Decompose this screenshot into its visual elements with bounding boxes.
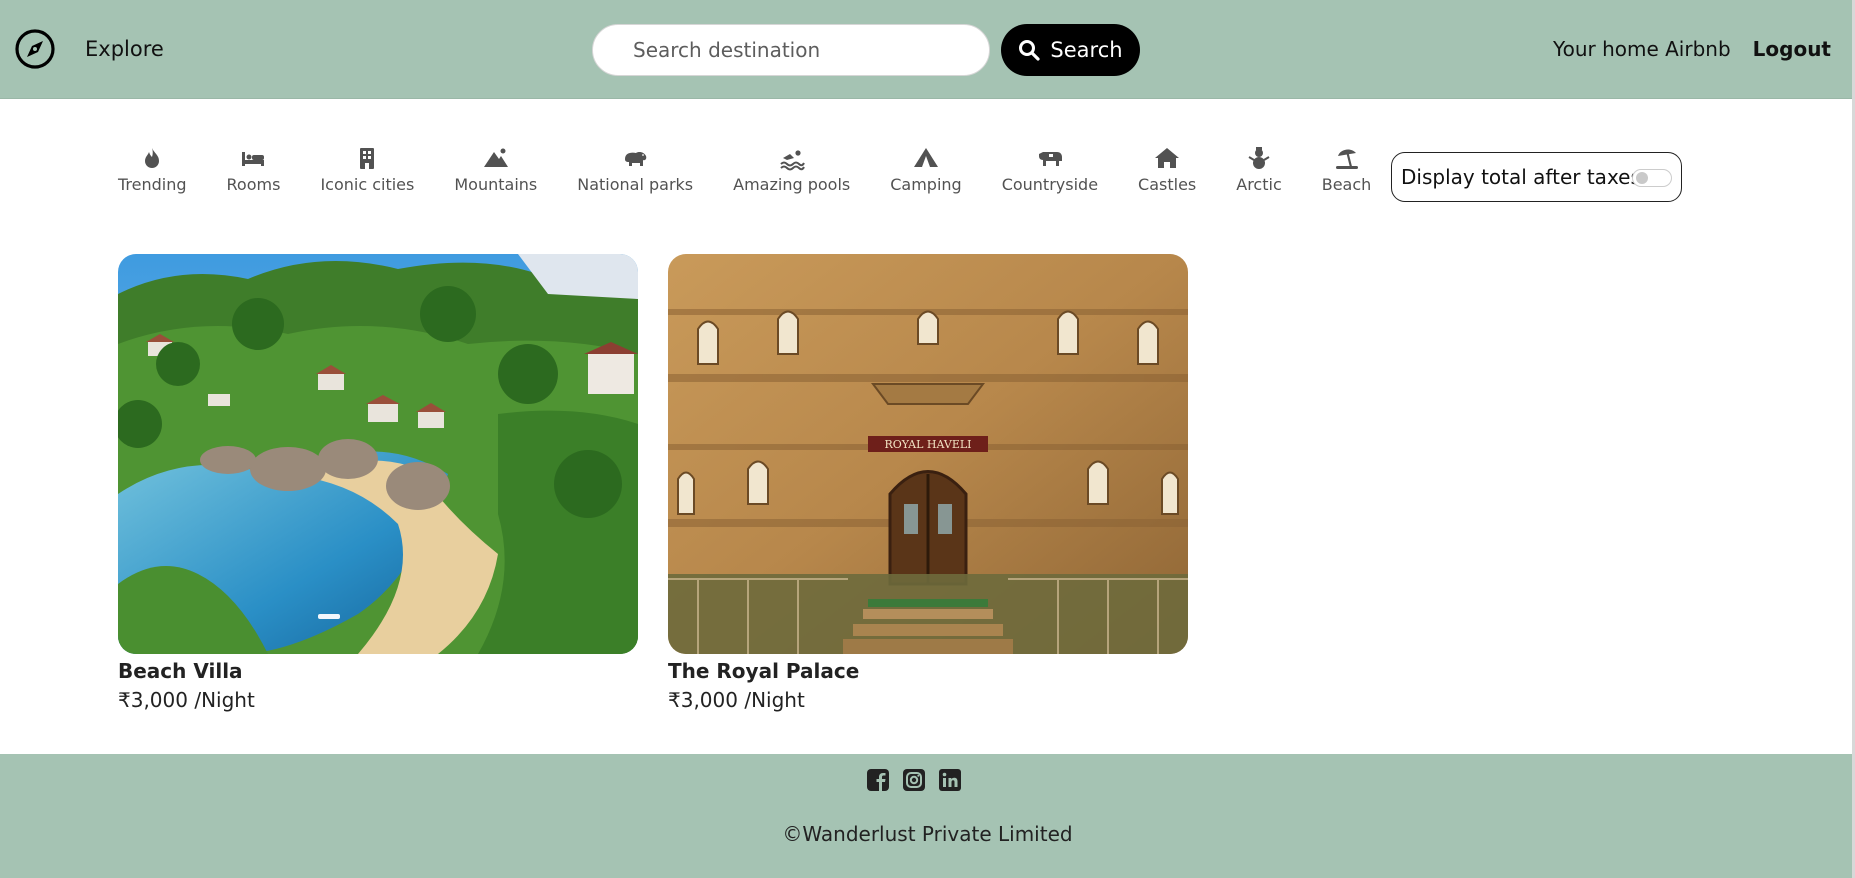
- compass-icon[interactable]: [14, 28, 56, 70]
- umbrella-beach-icon: [1335, 149, 1358, 169]
- facebook-icon[interactable]: [866, 768, 890, 792]
- filter-countryside[interactable]: Countryside: [1002, 140, 1098, 194]
- filter-label: Camping: [890, 175, 962, 194]
- filter-label: Iconic cities: [320, 175, 415, 194]
- filter-label: Rooms: [226, 175, 281, 194]
- filter-trending[interactable]: Trending: [118, 140, 187, 194]
- category-filters: Trending Rooms Iconic cities Mountains N…: [118, 140, 1411, 200]
- hippo-icon: [625, 152, 647, 166]
- building-icon: [360, 148, 375, 169]
- listing-title[interactable]: The Royal Palace: [668, 659, 1188, 683]
- tax-switch[interactable]: [1632, 169, 1672, 187]
- snowman-icon: [1248, 147, 1270, 169]
- search-button-label: Search: [1050, 38, 1123, 62]
- filter-beach[interactable]: Beach: [1321, 140, 1372, 194]
- explore-link[interactable]: Explore: [85, 37, 164, 61]
- cow-icon: [1038, 152, 1062, 166]
- filter-national-parks[interactable]: National parks: [577, 140, 693, 194]
- swimmer-icon: [779, 150, 805, 171]
- filter-label: Mountains: [454, 175, 538, 194]
- listing-price: ₹3,000 /Night: [118, 688, 255, 712]
- haveli-sign: ROYAL HAVELI: [884, 438, 971, 451]
- tent-icon: [913, 148, 938, 167]
- social-links: [866, 768, 962, 792]
- filter-label: Countryside: [1001, 175, 1099, 194]
- navbar: Explore Search Your home Airbnb Logout: [0, 0, 1855, 99]
- filter-rooms[interactable]: Rooms: [226, 140, 281, 194]
- fire-icon: [145, 148, 160, 168]
- listing-card[interactable]: Beach Villa ₹3,000 /Night: [118, 254, 638, 712]
- filter-label: Castles: [1138, 175, 1197, 194]
- listing-card[interactable]: ROYAL HAVELI The Royal Palace ₹3,000 /Ni…: [668, 254, 1188, 712]
- filter-label: Beach: [1321, 175, 1372, 194]
- filter-arctic[interactable]: Arctic: [1236, 140, 1282, 194]
- footer: ©Wanderlust Private Limited: [0, 754, 1855, 878]
- copyright-text: ©Wanderlust Private Limited: [782, 822, 1073, 846]
- nav-actions: Your home Airbnb Logout: [1553, 37, 1831, 61]
- filter-amazing-pools[interactable]: Amazing pools: [733, 140, 850, 194]
- listing-photo[interactable]: ROYAL HAVELI: [668, 254, 1188, 654]
- linkedin-icon[interactable]: [938, 768, 962, 792]
- mountain-icon: [483, 148, 508, 167]
- tax-toggle[interactable]: Display total after taxes: [1391, 152, 1682, 202]
- filter-mountains[interactable]: Mountains: [454, 140, 537, 194]
- filter-camping[interactable]: Camping: [890, 140, 962, 194]
- search-icon: [1019, 40, 1041, 61]
- listing-title[interactable]: Beach Villa: [118, 659, 638, 683]
- logout-link[interactable]: Logout: [1753, 37, 1831, 61]
- filter-label: National parks: [577, 175, 694, 194]
- listing-price: ₹3,000 /Night: [668, 688, 805, 712]
- search-button[interactable]: Search: [1001, 24, 1140, 76]
- filter-castles[interactable]: Castles: [1138, 140, 1196, 194]
- bed-icon: [242, 152, 265, 166]
- filter-label: Amazing pools: [733, 175, 851, 194]
- search-input[interactable]: [592, 24, 990, 76]
- host-link[interactable]: Your home Airbnb: [1553, 37, 1731, 61]
- tax-toggle-label: Display total after taxes: [1401, 165, 1641, 189]
- beach-villa-photo: [118, 254, 638, 654]
- filter-label: Trending: [118, 175, 187, 194]
- filter-iconic-cities[interactable]: Iconic cities: [320, 140, 414, 194]
- listing-photo[interactable]: [118, 254, 638, 654]
- house-icon: [1155, 148, 1180, 168]
- filter-label: Arctic: [1236, 175, 1282, 194]
- instagram-icon[interactable]: [902, 768, 926, 792]
- royal-haveli-photo: ROYAL HAVELI: [668, 254, 1188, 654]
